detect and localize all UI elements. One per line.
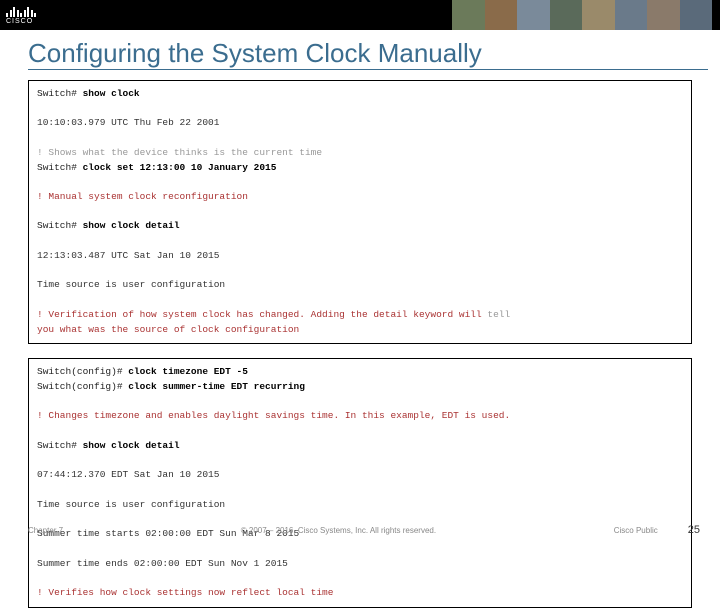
- terminal-box-2: Switch(config)# clock timezone EDT -5 Sw…: [28, 358, 692, 608]
- terminal-box-1: Switch# show clock 10:10:03.979 UTC Thu …: [28, 80, 692, 344]
- cisco-logo: CISCO: [6, 5, 36, 25]
- cli-comment: ! Changes timezone and enables daylight …: [37, 409, 683, 424]
- cli-comment: you what was the source of clock configu…: [37, 323, 683, 338]
- cisco-logo-text: CISCO: [6, 18, 36, 25]
- cli-command: clock summer-time EDT recurring: [128, 381, 305, 392]
- banner-photo-strip: [452, 0, 712, 30]
- cli-prompt: Switch(config)#: [37, 381, 128, 392]
- footer-public: Cisco Public: [614, 526, 658, 535]
- cli-prompt: Switch#: [37, 220, 83, 231]
- footer-chapter: Chapter 7: [28, 526, 63, 535]
- cli-prompt: Switch#: [37, 162, 83, 173]
- cli-comment: ! Shows what the device thinks is the cu…: [37, 146, 683, 161]
- slide-footer: Chapter 7 © 2007 – 2016, Cisco Systems, …: [0, 524, 720, 536]
- cli-prompt: Switch#: [37, 440, 83, 451]
- cli-command: clock set 12:13:00 10 January 2015: [83, 162, 277, 173]
- cli-prompt: Switch(config)#: [37, 366, 128, 377]
- cli-command: clock timezone EDT -5: [128, 366, 248, 377]
- cli-comment: ! Verification of how system clock has c…: [37, 309, 487, 320]
- cli-command: show clock: [83, 88, 140, 99]
- footer-copyright: © 2007 – 2016, Cisco Systems, Inc. All r…: [63, 526, 614, 535]
- cli-comment-faded: tell: [487, 309, 510, 320]
- cli-output: 07:44:12.370 EDT Sat Jan 10 2015: [37, 468, 683, 483]
- cli-command: show clock detail: [83, 220, 180, 231]
- cli-output: Time source is user configuration: [37, 278, 683, 293]
- footer-page-number: 25: [688, 524, 700, 536]
- cisco-logo-icon: [6, 5, 36, 17]
- cli-output: 12:13:03.487 UTC Sat Jan 10 2015: [37, 249, 683, 264]
- cli-comment: ! Manual system clock reconfiguration: [37, 190, 683, 205]
- cli-output: Time source is user configuration: [37, 498, 683, 513]
- cli-output: 10:10:03.979 UTC Thu Feb 22 2001: [37, 116, 683, 131]
- cli-command: show clock detail: [83, 440, 180, 451]
- top-bar: CISCO: [0, 0, 720, 30]
- cli-prompt: Switch#: [37, 88, 83, 99]
- page-title: Configuring the System Clock Manually: [28, 30, 708, 70]
- cli-output: Summer time ends 02:00:00 EDT Sun Nov 1 …: [37, 557, 683, 572]
- cli-comment: ! Verifies how clock settings now reflec…: [37, 586, 683, 601]
